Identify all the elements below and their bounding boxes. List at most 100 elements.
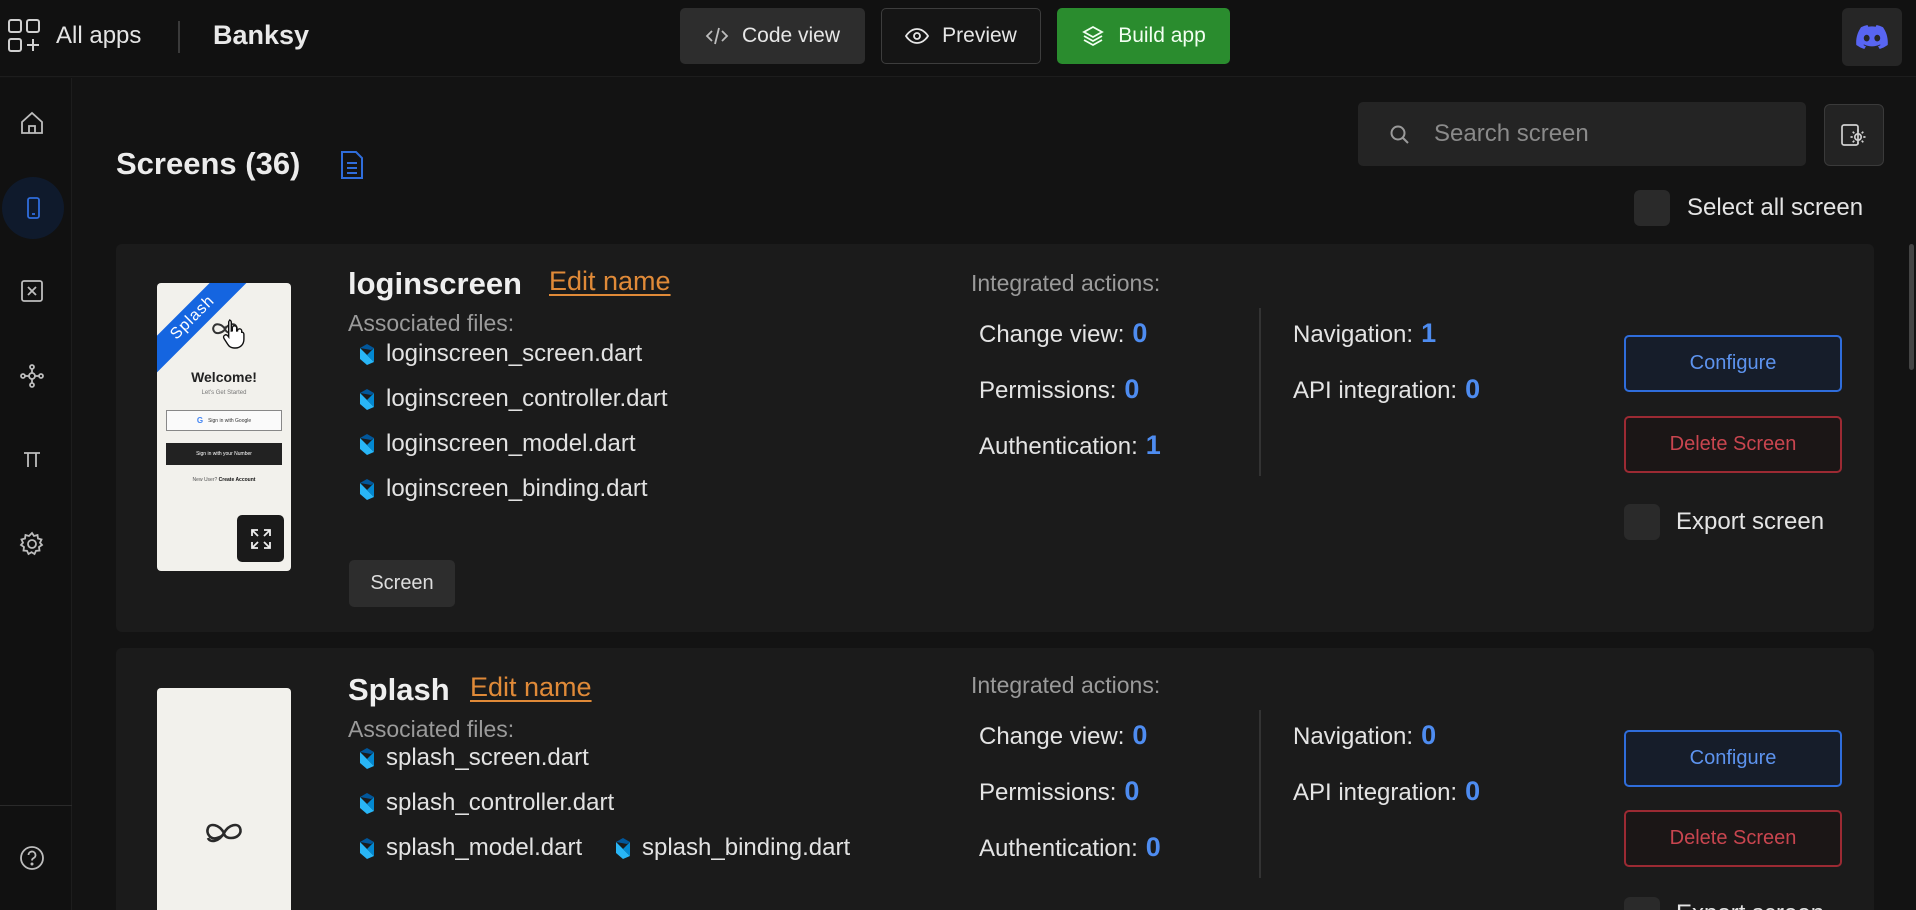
dart-icon <box>356 836 378 860</box>
code-view-button[interactable]: Code view <box>680 8 865 64</box>
preview-button[interactable]: Preview <box>881 8 1041 64</box>
change-view-label: Change view: <box>979 321 1125 348</box>
file-item[interactable]: splash_screen.dart <box>356 744 589 772</box>
associated-files-label: Associated files: <box>348 310 515 336</box>
search-box <box>1358 102 1806 166</box>
screen-card: Splash Edit name Associated files: splas… <box>116 648 1874 910</box>
preview-google-button: G Sign in with Google <box>166 410 282 431</box>
search-input[interactable] <box>1434 102 1794 166</box>
screen-settings-button[interactable] <box>1824 104 1884 166</box>
mobile-icon <box>19 194 47 222</box>
discord-button[interactable] <box>1842 8 1902 66</box>
authentication-count: 1 <box>1145 430 1161 460</box>
dart-icon <box>356 432 378 456</box>
screen-type-tag: Screen <box>349 560 455 607</box>
navigation-label: Navigation: <box>1293 321 1414 348</box>
authentication-label: Authentication: <box>979 835 1138 862</box>
sidebar-item-help[interactable] <box>0 826 64 890</box>
configure-button[interactable]: Configure <box>1624 730 1842 787</box>
change-view-label: Change view: <box>979 723 1125 750</box>
actions-divider <box>1259 710 1261 878</box>
file-name: loginscreen_controller.dart <box>386 385 668 412</box>
expand-icon <box>249 527 273 551</box>
home-icon <box>18 109 46 137</box>
file-item[interactable]: splash_model.dart <box>356 834 582 862</box>
authentication-label: Authentication: <box>979 433 1138 460</box>
file-item[interactable]: loginscreen_screen.dart <box>356 340 642 368</box>
navigation-label: Navigation: <box>1293 723 1414 750</box>
file-name: loginscreen_binding.dart <box>386 475 648 502</box>
discord-icon <box>1856 25 1888 49</box>
code-view-label: Code view <box>741 24 841 47</box>
integrated-actions-label: Integrated actions: <box>971 270 1161 296</box>
edit-name-link[interactable]: Edit name <box>470 672 592 703</box>
sidebar-item-screens[interactable] <box>2 177 64 239</box>
file-name: loginscreen_model.dart <box>386 430 636 457</box>
scrollbar-thumb[interactable] <box>1909 244 1914 370</box>
change-view-count: 0 <box>1132 720 1148 750</box>
top-bar: All apps Banksy Code view Preview Build … <box>0 0 1916 77</box>
permissions-count: 0 <box>1124 374 1140 404</box>
sidebar-item-integrations[interactable] <box>0 344 64 408</box>
document-icon[interactable] <box>339 150 365 180</box>
change-view-stat: Change view: 0 <box>979 318 1147 349</box>
topbar-divider <box>178 21 180 53</box>
file-item[interactable]: splash_binding.dart <box>612 834 850 862</box>
file-name: splash_model.dart <box>386 834 583 861</box>
sidebar-item-variables[interactable] <box>0 259 64 323</box>
sidebar-item-constants[interactable] <box>0 427 64 491</box>
screen-name: loginscreen <box>348 266 522 301</box>
navigation-stat: Navigation: 1 <box>1293 318 1436 349</box>
build-app-button[interactable]: Build app <box>1057 8 1230 64</box>
sidebar-item-settings[interactable] <box>0 512 64 576</box>
delete-screen-button[interactable]: Delete Screen <box>1624 416 1842 473</box>
export-screen-checkbox[interactable] <box>1624 504 1660 540</box>
api-integration-label: API integration: <box>1293 377 1458 404</box>
file-name: loginscreen_screen.dart <box>386 340 643 367</box>
build-app-label: Build app <box>1118 24 1206 47</box>
sidebar-item-home[interactable] <box>0 91 64 155</box>
permissions-stat: Permissions: 0 <box>979 776 1139 807</box>
sidebar <box>0 78 72 910</box>
navigation-stat: Navigation: 0 <box>1293 720 1436 751</box>
eye-icon <box>905 24 930 48</box>
edit-name-link[interactable]: Edit name <box>549 266 671 297</box>
dart-icon <box>356 791 378 815</box>
associated-files-label: Associated files: <box>348 716 515 742</box>
preview-google-label: Sign in with Google <box>208 417 252 424</box>
change-view-stat: Change view: 0 <box>979 720 1147 751</box>
screen-name: Splash <box>348 672 450 707</box>
nodes-icon <box>18 362 46 390</box>
configure-button[interactable]: Configure <box>1624 335 1842 392</box>
navigation-count: 1 <box>1421 318 1437 348</box>
permissions-stat: Permissions: 0 <box>979 374 1139 405</box>
screen-preview-thumbnail[interactable] <box>157 688 291 910</box>
authentication-stat: Authentication: 0 <box>979 832 1161 863</box>
app-logo-icon <box>204 814 244 852</box>
pi-icon <box>18 445 46 473</box>
navigation-count: 0 <box>1421 720 1437 750</box>
file-item[interactable]: loginscreen_controller.dart <box>356 385 668 413</box>
project-name: Banksy <box>213 20 310 50</box>
preview-footer-prefix: New User? <box>192 477 218 483</box>
export-screen-label: Export screen <box>1676 900 1824 910</box>
file-item[interactable]: loginscreen_binding.dart <box>356 475 648 503</box>
apps-grid-icon[interactable] <box>7 18 41 54</box>
delete-screen-button[interactable]: Delete Screen <box>1624 810 1842 867</box>
select-all-checkbox[interactable] <box>1634 190 1670 226</box>
file-name: splash_controller.dart <box>386 789 615 816</box>
export-screen-checkbox[interactable] <box>1624 897 1660 910</box>
file-item[interactable]: loginscreen_model.dart <box>356 430 635 458</box>
file-item[interactable]: splash_controller.dart <box>356 789 614 817</box>
preview-footer-link: Create Account <box>218 477 256 483</box>
variable-icon <box>18 277 46 305</box>
authentication-count: 0 <box>1145 832 1161 862</box>
integrated-actions-label: Integrated actions: <box>971 672 1161 698</box>
preview-number-button: Sign in with your Number <box>166 443 282 465</box>
expand-preview-button[interactable] <box>237 515 284 562</box>
all-apps-link[interactable]: All apps <box>56 22 141 50</box>
api-integration-stat: API integration: 0 <box>1293 374 1480 405</box>
dart-icon <box>356 477 378 501</box>
screen-preview-thumbnail[interactable]: Splash Welcome! Let's Get Started G Sign… <box>157 283 291 571</box>
screen-card: Splash Welcome! Let's Get Started G Sign… <box>116 244 1874 632</box>
